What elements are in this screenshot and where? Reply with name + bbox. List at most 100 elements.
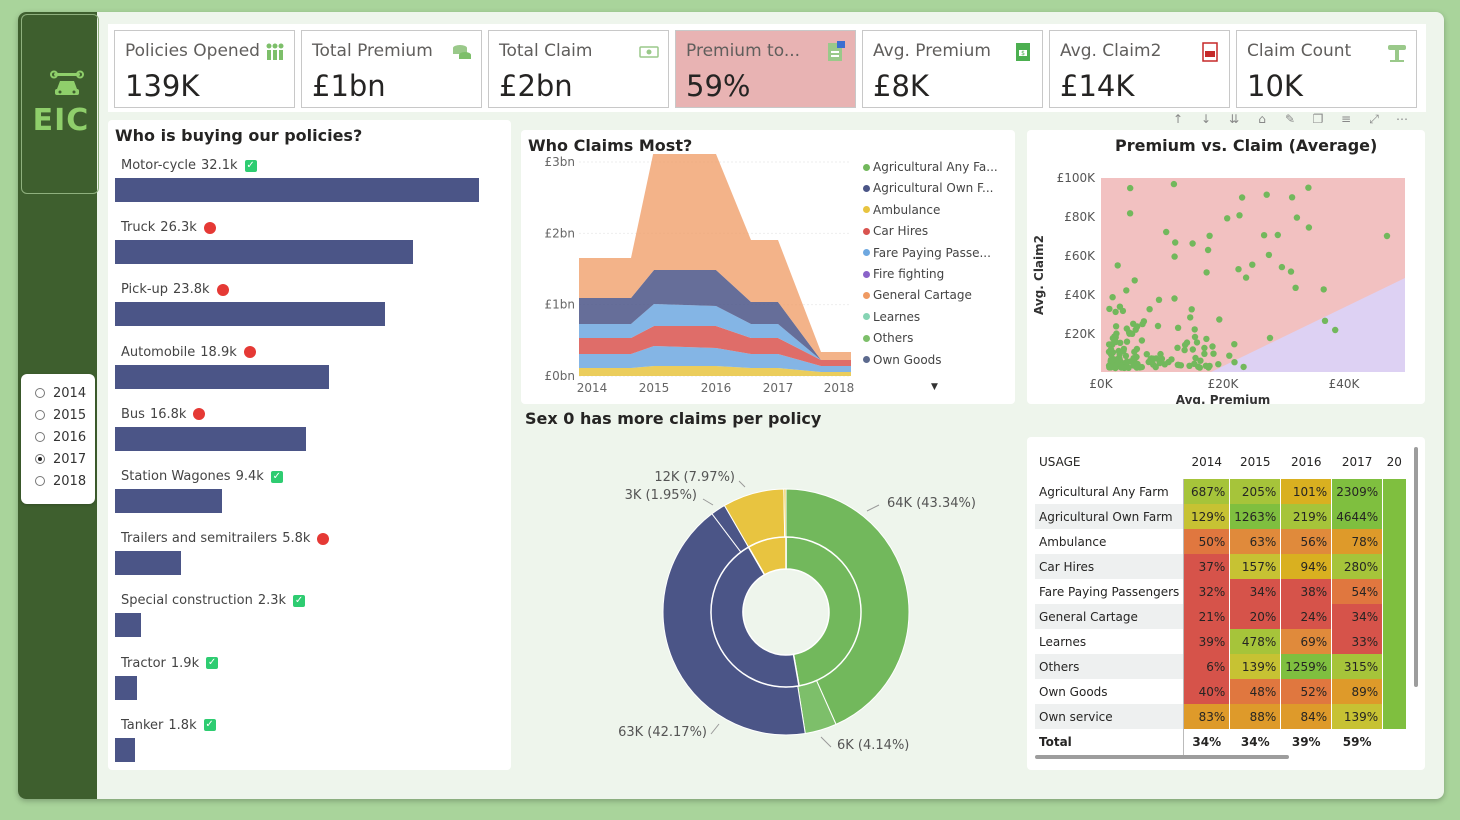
policy-bar[interactable] xyxy=(115,178,480,202)
kpi-card-total-premium[interactable]: Total Premium £1bn xyxy=(301,30,482,108)
scatter-point[interactable] xyxy=(1332,326,1339,334)
drill-up-icon[interactable]: ↑ xyxy=(1168,112,1188,126)
scatter-point[interactable] xyxy=(1201,344,1208,352)
scatter-point[interactable] xyxy=(1123,338,1131,345)
matrix-cell[interactable]: 24% xyxy=(1280,604,1333,629)
scatter-point[interactable] xyxy=(1163,228,1170,236)
scatter-point[interactable] xyxy=(1116,350,1123,358)
scatter-point[interactable] xyxy=(1206,362,1213,370)
matrix-cell[interactable]: 83% xyxy=(1183,704,1231,729)
scatter-point[interactable] xyxy=(1107,364,1114,371)
policy-bar[interactable] xyxy=(115,613,142,638)
scatter-point[interactable] xyxy=(1155,296,1163,303)
matrix-cell[interactable]: 2309% xyxy=(1331,479,1384,504)
scatter-point[interactable] xyxy=(1174,361,1181,368)
matrix-cell[interactable]: 219% xyxy=(1280,504,1333,529)
legend-item[interactable]: Fire fighting xyxy=(863,267,944,281)
legend-item[interactable]: Agricultural Own F... xyxy=(863,181,993,195)
scatter-point[interactable] xyxy=(1109,294,1116,301)
scatter-point[interactable] xyxy=(1138,337,1146,344)
matrix-header[interactable]: 2014 xyxy=(1184,445,1230,479)
scatter-point[interactable] xyxy=(1193,339,1201,346)
kpi-card-claim-count[interactable]: Claim Count 10K xyxy=(1236,30,1417,108)
legend-item[interactable]: Others xyxy=(863,331,913,345)
scatter-point[interactable] xyxy=(1112,308,1119,316)
matrix-cell[interactable]: 54% xyxy=(1331,579,1384,604)
scatter-point[interactable] xyxy=(1165,358,1172,366)
matrix-cell[interactable]: 38% xyxy=(1280,579,1333,604)
scatter-point[interactable] xyxy=(1119,307,1127,315)
scatter-point[interactable] xyxy=(1123,325,1130,332)
scatter-point[interactable] xyxy=(1240,363,1247,371)
scatter-point[interactable] xyxy=(1123,358,1131,365)
scatter-point[interactable] xyxy=(1204,246,1212,254)
legend-item[interactable]: Learnes xyxy=(863,310,920,324)
policy-bar[interactable] xyxy=(115,426,306,451)
matrix-cell[interactable]: 63% xyxy=(1229,529,1282,554)
scatter-point[interactable] xyxy=(1305,184,1312,191)
scatter-point[interactable] xyxy=(1293,214,1301,221)
scatter-point[interactable] xyxy=(1114,262,1121,269)
matrix-usage[interactable]: Agricultural Own Farm xyxy=(1035,504,1185,529)
scatter-point[interactable] xyxy=(1203,269,1210,276)
scatter-point[interactable] xyxy=(1174,344,1181,351)
scatter-point[interactable] xyxy=(1170,180,1178,188)
year-option-2016[interactable]: 2016 xyxy=(21,426,95,448)
scatter-point[interactable] xyxy=(1278,263,1286,271)
legend-item[interactable]: Agricultural Any Fa... xyxy=(863,160,998,174)
drill-down-icon[interactable]: ↓ xyxy=(1196,112,1216,126)
matrix-cell[interactable]: 1263% xyxy=(1229,504,1282,529)
matrix-cell[interactable]: 129% xyxy=(1183,504,1231,529)
matrix-cell[interactable]: 40% xyxy=(1183,679,1231,704)
matrix-cell[interactable]: 1259% xyxy=(1280,654,1333,679)
scatter-point[interactable] xyxy=(1112,338,1119,346)
legend-scroll-down-icon[interactable]: ▼ xyxy=(931,382,938,392)
matrix-header[interactable]: 2015 xyxy=(1230,445,1281,479)
scatter-point[interactable] xyxy=(1197,357,1204,364)
scatter-point[interactable] xyxy=(1231,341,1238,348)
matrix-cell[interactable]: 6% xyxy=(1183,654,1231,679)
filter-icon[interactable]: ≡ xyxy=(1336,112,1356,126)
matrix-cell[interactable]: 101% xyxy=(1280,479,1333,504)
radio-icon[interactable] xyxy=(35,476,45,486)
matrix-cell[interactable]: 52% xyxy=(1280,679,1333,704)
matrix-usage[interactable]: Agricultural Any Farm xyxy=(1035,479,1185,504)
scatter-point[interactable] xyxy=(1263,191,1270,198)
scatter-point[interactable] xyxy=(1187,314,1194,321)
scatter-point[interactable] xyxy=(1112,323,1120,330)
radio-icon[interactable] xyxy=(35,454,45,464)
policy-bar[interactable] xyxy=(115,240,414,265)
matrix-usage[interactable]: General Cartage xyxy=(1035,604,1185,629)
year-option-2014[interactable]: 2014 xyxy=(21,382,95,404)
scatter-point[interactable] xyxy=(1206,232,1213,239)
copy-icon[interactable]: ❐ xyxy=(1308,112,1328,126)
matrix-cell[interactable]: 39% xyxy=(1183,629,1231,654)
scatter-point[interactable] xyxy=(1188,306,1195,313)
matrix-usage[interactable]: Others xyxy=(1035,654,1185,679)
scatter-point[interactable] xyxy=(1242,274,1250,281)
matrix-cell[interactable]: 33% xyxy=(1331,629,1384,654)
scatter-point[interactable] xyxy=(1209,343,1216,350)
radio-icon[interactable] xyxy=(35,388,45,398)
scatter-point[interactable] xyxy=(1146,306,1153,313)
scatter-point[interactable] xyxy=(1215,361,1222,368)
matrix-cell[interactable]: 687% xyxy=(1183,479,1231,504)
radio-icon[interactable] xyxy=(35,432,45,442)
matrix-header[interactable]: 2017 xyxy=(1332,445,1383,479)
matrix-cell[interactable]: 315% xyxy=(1331,654,1384,679)
year-option-2015[interactable]: 2015 xyxy=(21,404,95,426)
more-options-icon[interactable]: ⋯ xyxy=(1392,112,1412,126)
policy-bar[interactable] xyxy=(115,302,385,327)
policy-bar[interactable] xyxy=(115,489,222,513)
year-option-2018[interactable]: 2018 xyxy=(21,470,95,492)
policy-bar[interactable] xyxy=(115,737,136,762)
matrix-cell[interactable]: 69% xyxy=(1280,629,1333,654)
year-option-2017[interactable]: 2017 xyxy=(21,448,95,470)
scatter-point[interactable] xyxy=(1158,355,1166,362)
scatter-point[interactable] xyxy=(1320,286,1327,293)
policy-bar[interactable] xyxy=(115,675,137,700)
scatter-point[interactable] xyxy=(1236,212,1243,219)
scatter-point[interactable] xyxy=(1174,324,1182,331)
scatter-point[interactable] xyxy=(1189,346,1196,353)
scatter-point[interactable] xyxy=(1154,322,1162,330)
